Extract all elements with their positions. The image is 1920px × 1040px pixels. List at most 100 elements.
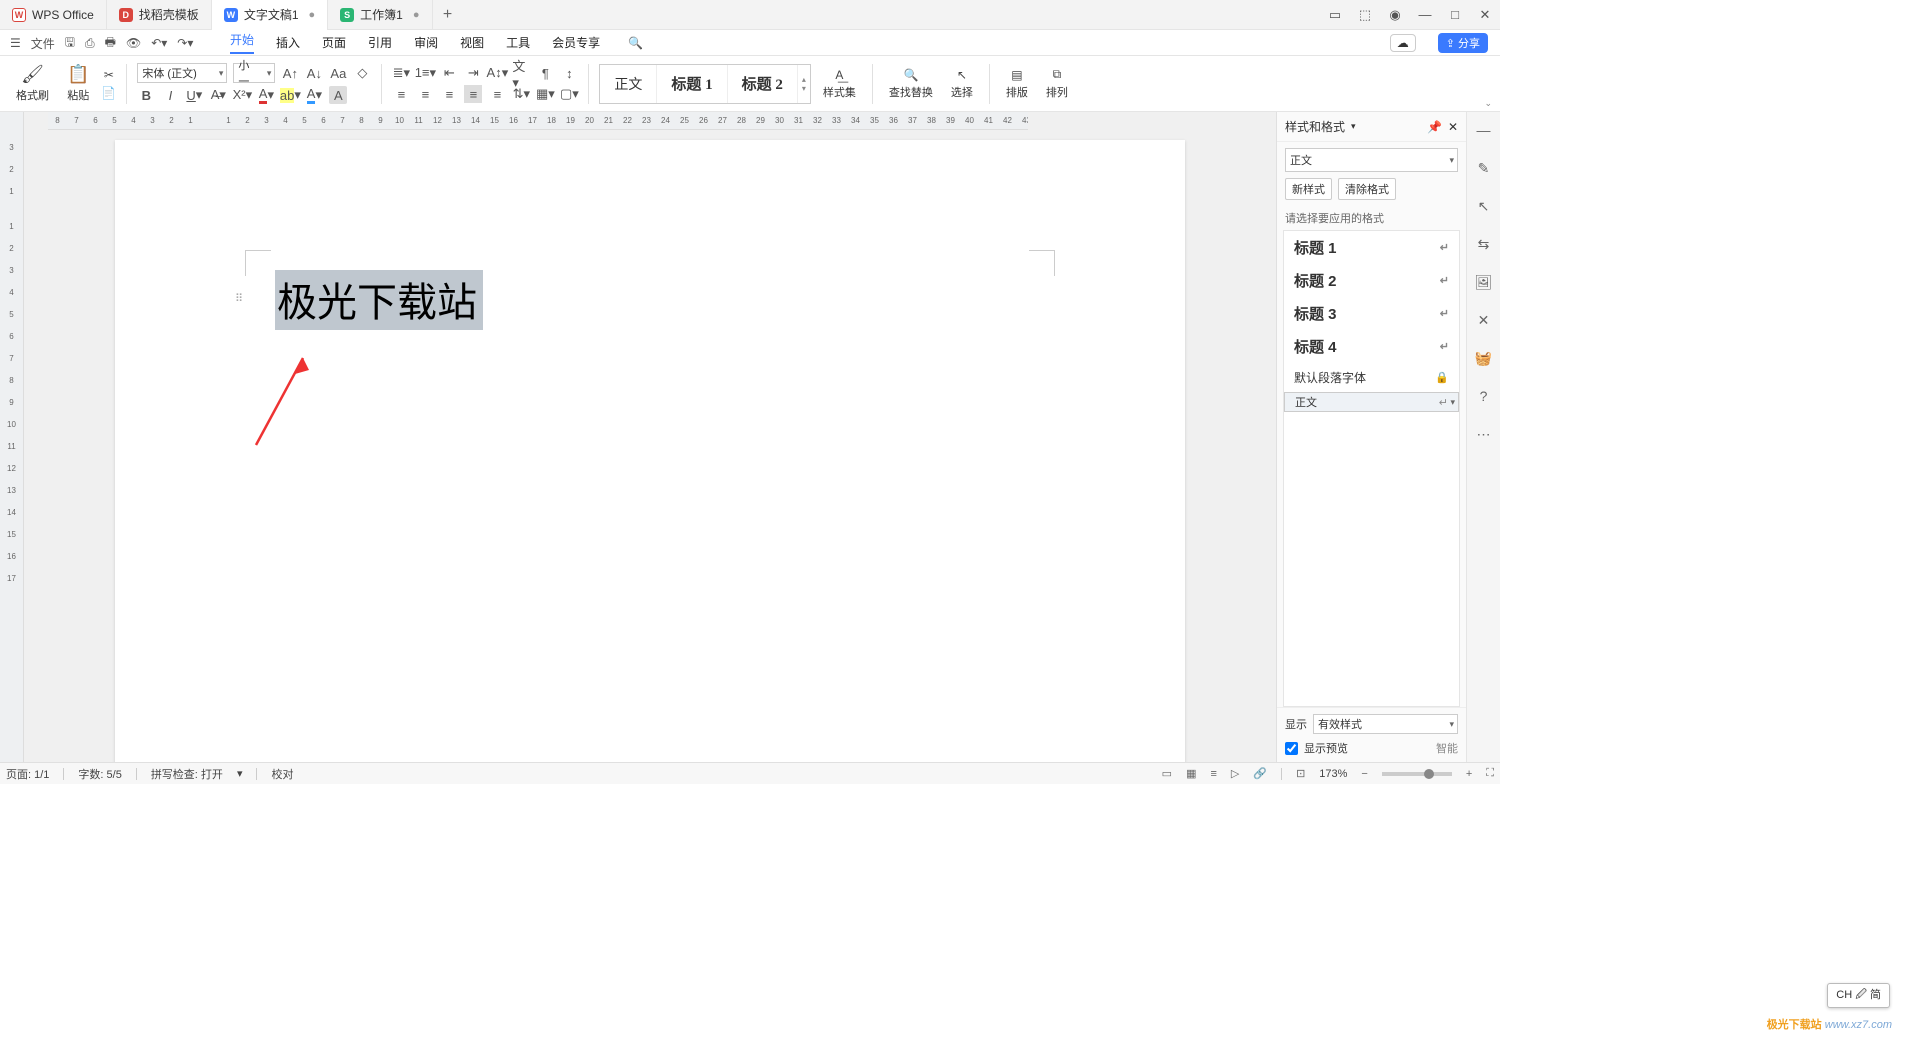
- paste-group[interactable]: 📋 粘贴: [61, 64, 95, 103]
- zoom-value[interactable]: 173%: [1319, 768, 1347, 780]
- border-icon[interactable]: ▢▾: [560, 85, 578, 103]
- selected-text[interactable]: 极光下载站: [275, 270, 483, 330]
- fit-icon[interactable]: ⊡: [1296, 767, 1305, 780]
- align-left-icon[interactable]: ≡: [392, 85, 410, 103]
- close-icon[interactable]: ●: [309, 9, 316, 21]
- style-gallery[interactable]: 正文 标题 1 标题 2 ▴ ▾: [599, 64, 811, 104]
- view-focus-icon[interactable]: 🔗: [1253, 767, 1267, 780]
- document-area[interactable]: 8765432112345678910111213141516171819202…: [24, 112, 1276, 762]
- bold-icon[interactable]: B: [137, 86, 155, 104]
- style-item[interactable]: 标题 4↵: [1284, 330, 1459, 363]
- maximize-button[interactable]: □: [1440, 7, 1470, 22]
- outdent-icon[interactable]: ⇤: [440, 64, 458, 82]
- view-outline-icon[interactable]: ▦: [1186, 767, 1196, 780]
- view-read-icon[interactable]: ▷: [1231, 767, 1239, 780]
- cube-icon[interactable]: ⬚: [1350, 7, 1380, 23]
- layout-button[interactable]: ▤ 排版: [1000, 68, 1034, 100]
- status-spell[interactable]: 拼写检查: 打开: [151, 766, 223, 782]
- style-item[interactable]: 默认段落字体🔒: [1284, 363, 1459, 392]
- font-name-select[interactable]: 宋体 (正文): [137, 63, 227, 83]
- tab-document[interactable]: W 文字文稿1 ●: [212, 0, 328, 30]
- clear-format-button[interactable]: 清除格式: [1338, 178, 1396, 200]
- status-page[interactable]: 页面: 1/1: [6, 766, 49, 782]
- text-bg-icon[interactable]: A▾: [305, 86, 323, 104]
- align-center-icon[interactable]: ≡: [416, 85, 434, 103]
- shrink-font-icon[interactable]: A↓: [305, 64, 323, 82]
- close-icon[interactable]: ●: [413, 9, 420, 21]
- underline-icon[interactable]: U▾: [185, 86, 203, 104]
- change-case-icon[interactable]: Aa: [329, 64, 347, 82]
- share-button[interactable]: ⇪ 分享: [1438, 33, 1488, 53]
- shading-icon[interactable]: ▦▾: [536, 85, 554, 103]
- collapse-ribbon-icon[interactable]: ⌄: [1484, 98, 1492, 109]
- close-panel-icon[interactable]: ✕: [1448, 120, 1458, 134]
- menu-vip[interactable]: 会员专享: [552, 34, 600, 51]
- close-button[interactable]: ✕: [1470, 7, 1500, 23]
- status-words[interactable]: 字数: 5/5: [78, 766, 121, 782]
- tab-app[interactable]: W WPS Office: [0, 0, 107, 30]
- view-page-icon[interactable]: ▭: [1162, 767, 1172, 780]
- menu-insert[interactable]: 插入: [276, 34, 300, 51]
- font-size-select[interactable]: 小一: [233, 63, 275, 83]
- minimize-pane-icon[interactable]: —: [1474, 120, 1494, 140]
- settings-icon[interactable]: ⇆: [1474, 234, 1494, 254]
- menu-review[interactable]: 审阅: [414, 34, 438, 51]
- font-color-icon[interactable]: A▾: [257, 86, 275, 104]
- menu-icon[interactable]: ☰: [10, 36, 21, 50]
- smart-label[interactable]: 智能: [1436, 740, 1458, 756]
- zoom-slider[interactable]: [1382, 772, 1452, 776]
- asian-layout-icon[interactable]: 文▾: [512, 64, 530, 82]
- zoom-out-icon[interactable]: −: [1361, 768, 1367, 780]
- style-item[interactable]: 标题 2↵: [1284, 264, 1459, 297]
- status-proof[interactable]: 校对: [271, 766, 293, 782]
- tab-workbook[interactable]: S 工作簿1 ●: [328, 0, 432, 30]
- clear-format-icon[interactable]: ◇: [353, 64, 371, 82]
- drag-handle-icon[interactable]: ⠿: [235, 292, 245, 305]
- export-icon[interactable]: ⎙: [85, 36, 95, 51]
- pic-icon[interactable]: 🖼: [1474, 272, 1494, 292]
- search-icon[interactable]: 🔍: [628, 36, 643, 50]
- more-icon[interactable]: ⋯: [1474, 424, 1494, 444]
- numbering-icon[interactable]: 1≡▾: [416, 64, 434, 82]
- minimize-button[interactable]: —: [1410, 7, 1440, 22]
- page[interactable]: ⠿ 极光下载站: [115, 140, 1185, 762]
- fullscreen-icon[interactable]: ⛶: [1486, 767, 1494, 780]
- menu-reference[interactable]: 引用: [368, 34, 392, 51]
- distribute-icon[interactable]: ≡: [488, 85, 506, 103]
- style-set-button[interactable]: A͟ 样式集: [817, 68, 862, 100]
- show-filter-select[interactable]: 有效样式: [1313, 714, 1458, 734]
- sort-icon[interactable]: A↕▾: [488, 64, 506, 82]
- file-menu[interactable]: 文件: [31, 35, 55, 52]
- current-style-select[interactable]: 正文: [1285, 148, 1458, 172]
- pencil-icon[interactable]: ✎: [1474, 158, 1494, 178]
- gallery-down-icon[interactable]: ▾: [802, 84, 806, 93]
- bullets-icon[interactable]: ≣▾: [392, 64, 410, 82]
- strike-icon[interactable]: A̶▾: [209, 86, 227, 104]
- tab-templates[interactable]: D 找稻壳模板: [107, 0, 212, 30]
- print-icon[interactable]: 🖶: [105, 33, 116, 54]
- line-spacing-icon[interactable]: ⇅▾: [512, 85, 530, 103]
- highlight-icon[interactable]: ab▾: [281, 86, 299, 104]
- basket-icon[interactable]: 🧺: [1474, 348, 1494, 368]
- align-justify-icon[interactable]: ≡: [464, 85, 482, 103]
- grow-font-icon[interactable]: A↑: [281, 64, 299, 82]
- help-icon[interactable]: ?: [1474, 386, 1494, 406]
- pointer-icon[interactable]: ↖: [1474, 196, 1494, 216]
- menu-home[interactable]: 开始: [230, 31, 254, 54]
- undo-icon[interactable]: ↶▾: [151, 36, 167, 50]
- new-style-button[interactable]: 新样式: [1285, 178, 1332, 200]
- align-right-icon[interactable]: ≡: [440, 85, 458, 103]
- menu-tools[interactable]: 工具: [506, 34, 530, 51]
- style-item[interactable]: 正文↵: [1284, 392, 1459, 412]
- style-list[interactable]: 标题 1↵标题 2↵标题 3↵标题 4↵默认段落字体🔒正文↵: [1283, 230, 1460, 707]
- font-effects-icon[interactable]: A: [329, 86, 347, 104]
- redo-icon[interactable]: ↷▾: [177, 36, 193, 50]
- preview-checkbox[interactable]: [1285, 742, 1298, 755]
- arrange-button[interactable]: ⧉ 排列: [1040, 67, 1074, 100]
- view-web-icon[interactable]: ≡: [1210, 768, 1216, 780]
- italic-icon[interactable]: I: [161, 86, 179, 104]
- copy-icon[interactable]: 📄: [101, 86, 116, 100]
- style-item[interactable]: 标题 1↵: [1284, 231, 1459, 264]
- menu-page[interactable]: 页面: [322, 34, 346, 51]
- format-painter-group[interactable]: 🖌 格式刷: [10, 64, 55, 103]
